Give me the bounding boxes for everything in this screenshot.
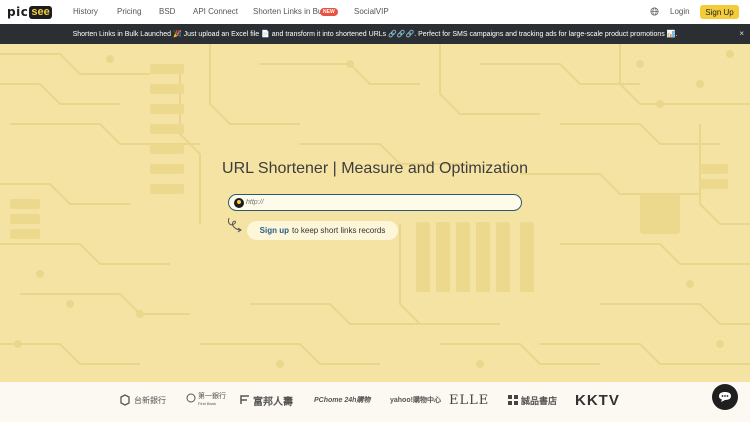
nav-history[interactable]: History [73, 7, 98, 16]
chat-button[interactable] [712, 384, 738, 410]
fubon-logo-icon [240, 395, 249, 404]
nav-pricing[interactable]: Pricing [117, 7, 141, 16]
close-icon[interactable]: × [739, 29, 744, 38]
partner-kktv: KKTV [575, 391, 620, 409]
url-input-box[interactable] [228, 194, 522, 211]
partner-eslite: 誠品書店 [507, 393, 557, 407]
partner-name: 誠品書店 [521, 395, 558, 406]
partner-elle: ELLE [449, 392, 490, 408]
top-navbar: pic see History Pricing BSD API Connect … [0, 0, 750, 24]
nav-bulk-links[interactable]: Shorten Links in Bulk [253, 7, 328, 16]
picsee-logo[interactable]: pic see [7, 5, 52, 19]
hero-title: URL Shortener | Measure and Optimization [222, 160, 528, 177]
partner-name: 台新銀行 [134, 395, 166, 405]
new-badge: NEW [320, 8, 338, 16]
partner-name: yahoo!購物中心 [390, 397, 441, 404]
announcement-text: Shorten Links in Bulk Launched 🎉 Just up… [72, 31, 678, 38]
first-bank-logo-icon [186, 393, 196, 403]
partner-name: 第一銀行 [198, 392, 226, 400]
partner-first-bank: 第一銀行 First Bank [186, 391, 226, 406]
partner-name: 富邦人壽 [253, 396, 293, 408]
partner-name: ELLE [449, 392, 490, 408]
circuit-background [0, 44, 750, 368]
eslite-logo-icon [508, 395, 518, 405]
partner-pchome: PChome 24h購物 [314, 393, 370, 407]
partner-subname: First Bank [198, 400, 217, 406]
logo-accent: see [29, 5, 52, 19]
signup-prompt: Sign up to keep short links records [247, 221, 398, 240]
partner-yahoo: yahoo!購物中心 [390, 393, 441, 407]
taishin-logo-icon [120, 394, 130, 406]
url-input[interactable] [246, 199, 506, 206]
globe-icon[interactable] [650, 7, 659, 16]
login-link[interactable]: Login [670, 7, 690, 16]
chat-bubble-icon [719, 392, 731, 402]
signup-link[interactable]: Sign up [260, 226, 289, 235]
partner-name: PChome 24h購物 [314, 397, 371, 404]
nav-socialvip[interactable]: SocialVIP [354, 7, 389, 16]
signup-prompt-text: to keep short links records [291, 226, 386, 235]
signup-button[interactable]: Sign Up [700, 5, 739, 19]
partner-taishin: 台新銀行 [119, 393, 166, 407]
picsee-icon [234, 197, 244, 208]
nav-api-connect[interactable]: API Connect [193, 7, 238, 16]
curved-arrow-icon [228, 217, 242, 233]
nav-bsd[interactable]: BSD [159, 7, 175, 16]
announcement-bar: Shorten Links in Bulk Launched 🎉 Just up… [0, 24, 750, 44]
partner-logos-strip [0, 382, 750, 422]
partner-name: KKTV [575, 391, 620, 409]
partner-fubon-life: 富邦人壽 [239, 393, 293, 408]
logo-text: pic [7, 5, 29, 19]
